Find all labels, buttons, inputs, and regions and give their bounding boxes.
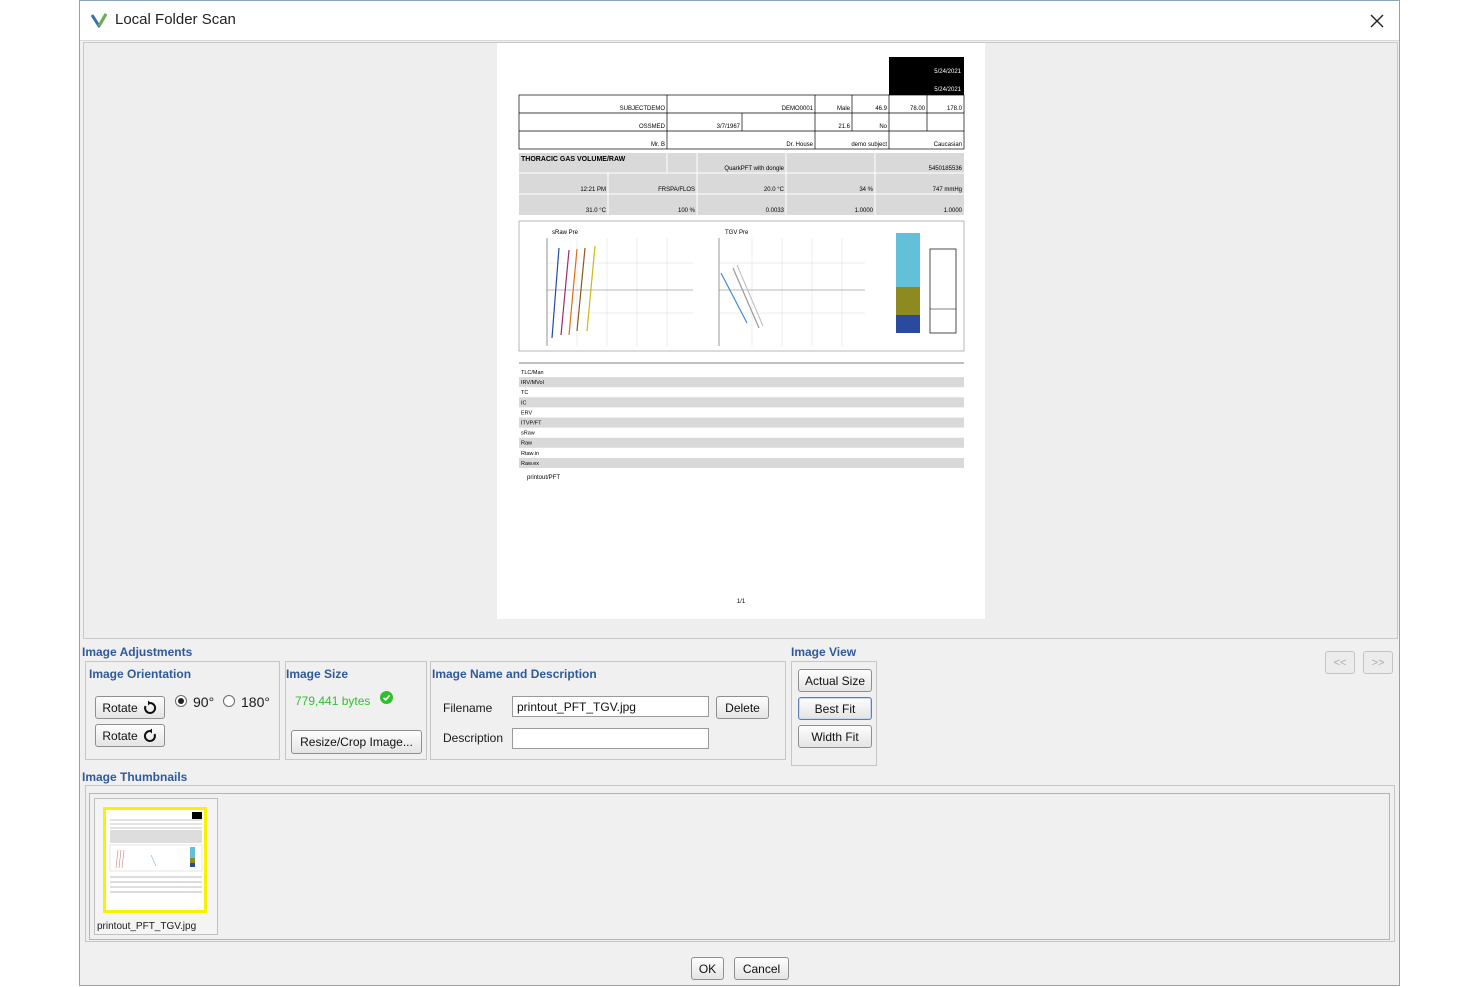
doc-table-row-label: Rtaw.in: [521, 451, 539, 457]
radio-90[interactable]: [175, 695, 187, 707]
svg-text:5/24/2021: 5/24/2021: [934, 69, 961, 75]
doc-table-row-label: TLC/Man: [521, 370, 544, 376]
width-fit-button[interactable]: Width Fit: [798, 725, 872, 748]
svg-text:printout/PFT: printout/PFT: [527, 475, 560, 481]
svg-text:FRSPA/FLOS: FRSPA/FLOS: [658, 187, 695, 193]
check-ok-icon: [380, 691, 393, 704]
svg-text:20.0 °C: 20.0 °C: [764, 187, 785, 193]
image-size-group: Image Size 779,441 bytes Resize/Crop Ima…: [285, 661, 427, 760]
svg-text:OSSMED: OSSMED: [639, 124, 666, 130]
doc-table-row-label: TC: [521, 390, 528, 396]
doc-table-row-bg: [519, 417, 964, 428]
image-orientation-heading: Image Orientation: [89, 667, 192, 681]
doc-table-row-bg: [519, 397, 964, 408]
svg-text:1.0000: 1.0000: [855, 208, 874, 214]
svg-text:34 %: 34 %: [859, 187, 873, 193]
svg-text:747 mmHg: 747 mmHg: [933, 187, 962, 193]
doc-table-row-label: ERV: [521, 410, 533, 416]
svg-text:31.0 °C: 31.0 °C: [586, 208, 607, 214]
svg-text:TGV Pre: TGV Pre: [725, 230, 749, 236]
image-name-description-group: Image Name and Description Filename Dele…: [430, 661, 786, 760]
window-title: Local Folder Scan: [115, 11, 236, 28]
svg-text:QuarkPFT with dongle: QuarkPFT with dongle: [724, 166, 784, 172]
thumbnails-list: [89, 793, 1390, 940]
image-view-heading: Image View: [791, 645, 857, 659]
thumbnail-caption: printout_PFT_TGV.jpg: [97, 921, 197, 932]
svg-text:DEMO0001: DEMO0001: [782, 106, 814, 112]
app-logo-icon: [90, 13, 108, 28]
close-icon[interactable]: [1370, 14, 1384, 28]
svg-text:Mr. B: Mr. B: [651, 142, 665, 148]
svg-text:No: No: [879, 124, 887, 130]
svg-text:12:21 PM: 12:21 PM: [580, 187, 606, 193]
image-thumbnails-heading: Image Thumbnails: [82, 770, 188, 784]
rotate-clockwise-icon: [143, 700, 156, 714]
svg-text:21.6: 21.6: [838, 124, 850, 130]
doc-table-row-label: Raw.ex: [521, 461, 539, 467]
resize-crop-button[interactable]: Resize/Crop Image...: [291, 730, 422, 754]
next-image-button[interactable]: >>: [1363, 651, 1393, 674]
close-button[interactable]: [1355, 1, 1399, 40]
delete-button[interactable]: Delete: [716, 696, 769, 719]
svg-text:100 %: 100 %: [678, 208, 696, 214]
ok-button[interactable]: OK: [691, 957, 724, 980]
doc-table-row-label: IRV/MVol: [521, 380, 544, 386]
title-bar: Local Folder Scan: [80, 1, 1399, 41]
doc-table-row-bg: [519, 437, 964, 448]
scanned-page-image: 5/24/2021 5/24/2021 SUBJECTDEMO DEMO0001…: [497, 43, 985, 619]
rotate-cw-label: Rotate: [102, 700, 138, 715]
rotate-ccw-label: Rotate: [102, 728, 138, 743]
svg-text:5/24/2021: 5/24/2021: [934, 87, 961, 93]
thumbnails-panel: [85, 785, 1395, 942]
thumbnail-preview: [109, 812, 203, 893]
radio-180-label: 180°: [241, 694, 270, 710]
best-fit-button[interactable]: Best Fit: [798, 697, 872, 720]
svg-text:3/7/1967: 3/7/1967: [717, 124, 741, 130]
svg-text:178.0: 178.0: [947, 106, 963, 112]
thumbnail-item[interactable]: printout_PFT_TGV.jpg: [94, 798, 218, 935]
doc-table-row-label: ITVP/FT: [521, 421, 542, 427]
image-orientation-group: Image Orientation Rotate Rotate 90° 180°: [85, 661, 280, 760]
thumbnail-image[interactable]: [103, 807, 207, 913]
svg-text:1/1: 1/1: [737, 599, 746, 605]
doc-table-row-label: Raw: [521, 441, 532, 447]
document-render: 5/24/2021 5/24/2021 SUBJECTDEMO DEMO0001…: [518, 57, 965, 605]
doc-table-row-label: sRaw: [521, 431, 535, 437]
image-name-description-heading: Image Name and Description: [432, 667, 597, 681]
rotate-counterclockwise-button[interactable]: Rotate: [95, 724, 165, 747]
svg-text:78.00: 78.00: [910, 106, 926, 112]
description-label: Description: [443, 731, 504, 745]
image-size-heading: Image Size: [286, 667, 349, 681]
image-view-group: Actual Size Best Fit Width Fit: [791, 661, 877, 766]
svg-text:Male: Male: [837, 106, 851, 112]
svg-text:demo subject: demo subject: [851, 142, 887, 148]
svg-text:SUBJECTDEMO: SUBJECTDEMO: [620, 106, 666, 112]
svg-text:46.9: 46.9: [875, 106, 887, 112]
svg-text:Dr. House: Dr. House: [786, 142, 813, 148]
image-bytes-text: 779,441 bytes: [295, 694, 371, 708]
svg-text:5450185536: 5450185536: [929, 166, 963, 172]
description-input[interactable]: [512, 728, 709, 749]
svg-text:Caucasian: Caucasian: [934, 142, 962, 148]
actual-size-button[interactable]: Actual Size: [798, 669, 872, 692]
svg-text:1.0000: 1.0000: [944, 208, 963, 214]
dialog-window: Local Folder Scan 5/24/2021 5/24/2021 SU…: [79, 0, 1400, 986]
image-preview-pane[interactable]: 5/24/2021 5/24/2021 SUBJECTDEMO DEMO0001…: [83, 42, 1398, 639]
doc-table-row-bg: [519, 457, 964, 468]
image-adjustments-heading: Image Adjustments: [82, 645, 193, 659]
svg-text:sRaw Pre: sRaw Pre: [552, 230, 579, 236]
filename-label: Filename: [443, 701, 493, 715]
cancel-button[interactable]: Cancel: [734, 957, 789, 980]
doc-table-row-bg: [519, 377, 964, 388]
radio-90-label: 90°: [193, 694, 215, 710]
filename-input[interactable]: [512, 696, 709, 717]
rotate-clockwise-button[interactable]: Rotate: [95, 696, 165, 719]
svg-text:THORACIC GAS VOLUME/RAW: THORACIC GAS VOLUME/RAW: [521, 156, 626, 163]
previous-image-button[interactable]: <<: [1325, 651, 1355, 674]
svg-text:0.0033: 0.0033: [766, 208, 785, 214]
radio-180[interactable]: [223, 695, 235, 707]
doc-table-row-label: IC: [521, 400, 527, 406]
rotate-counterclockwise-icon: [143, 728, 156, 742]
